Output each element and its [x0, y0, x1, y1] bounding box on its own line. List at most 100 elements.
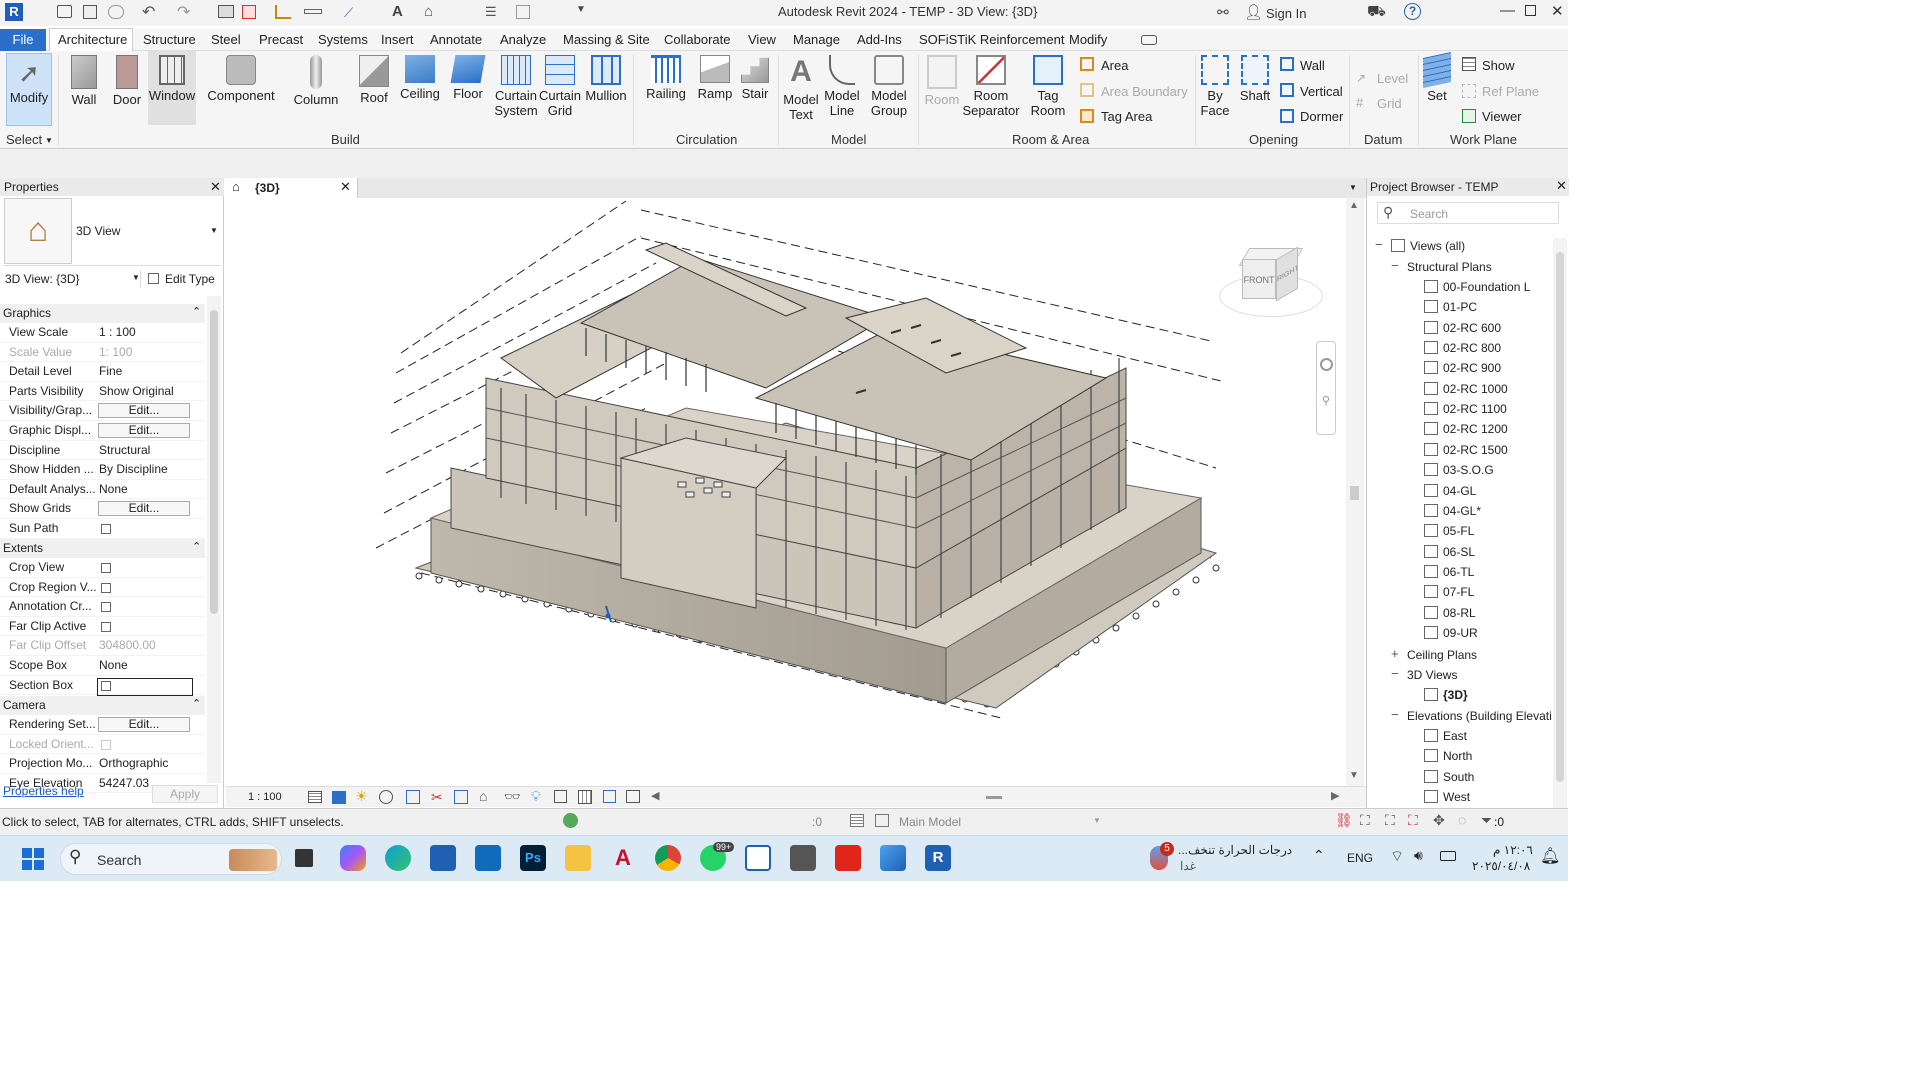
task-view-icon[interactable] — [295, 849, 313, 867]
property-row[interactable]: Detail Level Fine — [0, 362, 205, 382]
tree-elevation-item[interactable]: North — [1424, 749, 1472, 763]
tab-list-dropdown-icon[interactable]: ▼ — [1349, 183, 1357, 192]
modify-button[interactable]: ➚ Modify — [6, 53, 52, 126]
property-edit-button[interactable]: Edit... — [98, 423, 190, 438]
property-value[interactable]: Structural — [99, 443, 150, 457]
property-edit-button[interactable]: Edit... — [98, 501, 190, 517]
steering-wheel-icon[interactable] — [1320, 358, 1333, 371]
tree-plan-item[interactable]: 06-SL — [1424, 544, 1475, 559]
language-indicator[interactable]: ENG — [1347, 851, 1373, 865]
type-selector[interactable]: ⌂ 3D View ▼ — [3, 198, 221, 266]
tree-plan-item[interactable]: 01-PC — [1424, 300, 1477, 314]
tree-elevations[interactable]: − Elevations (Building Elevati — [1391, 707, 1552, 723]
property-checkbox[interactable] — [101, 563, 111, 573]
3d-viewport[interactable]: FRONT RIGHT ⚲ — [226, 198, 1346, 786]
browser-scroll-thumb[interactable] — [1556, 252, 1564, 782]
properties-help-link[interactable]: Properties help — [3, 784, 84, 798]
property-row[interactable]: Show Hidden ... By Discipline — [0, 460, 205, 480]
wifi-icon[interactable]: ⌔ — [1390, 847, 1404, 866]
mullion-button[interactable]: Mullion — [584, 55, 628, 103]
close-icon[interactable]: ✕ — [1551, 2, 1564, 20]
tree-plan-item[interactable]: 02-RC 900 — [1424, 361, 1501, 375]
tree-plan-item[interactable]: 02-RC 600 — [1424, 320, 1501, 335]
properties-close-icon[interactable]: ✕ — [210, 179, 221, 195]
property-value[interactable]: 1 : 100 — [99, 325, 136, 339]
measure-icon[interactable] — [275, 5, 291, 19]
tree-plan-item[interactable]: 00-Foundation L — [1424, 280, 1530, 294]
property-row[interactable]: Rendering Set... Edit... — [0, 715, 205, 735]
minimize-icon[interactable]: — — [1500, 2, 1515, 19]
property-row[interactable]: Show Grids Edit... — [0, 499, 205, 519]
view-tab-close-icon[interactable]: ✕ — [340, 179, 351, 195]
visual-style-icon[interactable] — [332, 791, 346, 804]
sun-path-icon[interactable]: ☀ — [355, 788, 368, 805]
door-button[interactable]: Door — [108, 55, 146, 107]
grid-button[interactable]: Grid — [1377, 96, 1402, 111]
select-by-face-icon[interactable]: ⛶ — [1408, 812, 1418, 829]
tab-architecture[interactable]: Architecture — [58, 32, 127, 47]
apply-button[interactable]: Apply — [152, 785, 218, 803]
file-explorer-icon[interactable] — [565, 845, 591, 871]
browser-scrollbar[interactable] — [1553, 238, 1567, 808]
property-row[interactable]: Parts Visibility Show Original — [0, 382, 205, 402]
tree-plan-item[interactable]: 02-RC 1200 — [1424, 422, 1508, 436]
tab-modify[interactable]: Modify — [1069, 32, 1107, 47]
default-3d-view-icon[interactable]: ⌂ — [424, 3, 433, 20]
tree-elevation-item[interactable]: East — [1424, 729, 1467, 743]
revit-taskbar-icon[interactable]: R — [925, 845, 951, 871]
tab-manage[interactable]: Manage — [793, 32, 840, 47]
text-icon[interactable]: A — [392, 3, 403, 20]
taskbar-search[interactable]: ⚲ Search — [60, 843, 282, 875]
scroll-thumb[interactable] — [1350, 486, 1359, 500]
cart-icon[interactable]: ⛟ — [1367, 3, 1386, 22]
property-row[interactable]: View Scale 1 : 100 — [0, 323, 205, 343]
property-value[interactable]: None — [99, 658, 128, 672]
tag-room-button[interactable]: Tag Room — [1028, 55, 1068, 118]
edit-type-button[interactable]: Edit Type — [148, 270, 220, 288]
export-icon[interactable] — [242, 5, 256, 19]
properties-scrollbar[interactable] — [207, 296, 221, 783]
outlook-icon[interactable] — [475, 845, 501, 871]
filter-icon[interactable]: ⏷ — [1481, 812, 1492, 829]
save-icon[interactable] — [83, 5, 97, 19]
acrobat-icon[interactable] — [835, 845, 861, 871]
thin-lines-icon[interactable]: ☰ — [485, 4, 497, 20]
collapse-icon[interactable]: − — [1391, 258, 1399, 273]
autocad-icon[interactable]: A — [610, 845, 636, 871]
print-icon[interactable] — [218, 5, 234, 18]
collapse-icon[interactable]: ⌃ — [192, 697, 201, 710]
property-row[interactable]: Scale Value 1: 100 — [0, 343, 205, 363]
select-underlay-icon[interactable]: ⛶ — [1360, 812, 1370, 829]
view-cube[interactable]: FRONT RIGHT — [1216, 243, 1328, 328]
tree-3d-views[interactable]: −3D Views — [1391, 666, 1457, 682]
dormer-button[interactable]: Dormer — [1300, 109, 1343, 124]
tab-steel[interactable]: Steel — [211, 32, 241, 47]
view-scale-button[interactable]: 1 : 100 — [248, 791, 282, 803]
rendering-icon[interactable] — [406, 790, 420, 804]
reveal-hidden-icon[interactable]: 💡︎ — [531, 788, 541, 805]
property-row[interactable]: Default Analys... None — [0, 480, 205, 500]
tree-plan-item[interactable]: 07-FL — [1424, 585, 1474, 599]
panel-toggle-icon[interactable] — [1141, 35, 1157, 45]
property-row[interactable]: Scope Box None — [0, 656, 205, 676]
area-button[interactable]: Area — [1101, 58, 1128, 73]
property-row[interactable]: Discipline Structural — [0, 441, 205, 461]
edge-icon[interactable] — [385, 845, 411, 871]
tab-analyze[interactable]: Analyze — [500, 32, 546, 47]
property-row[interactable]: Graphic Displ... Edit... — [0, 421, 205, 441]
type-dropdown-icon[interactable]: ▼ — [210, 226, 218, 235]
property-row[interactable]: Annotation Cr... — [0, 597, 205, 617]
browser-search-field[interactable]: ⚲ Search — [1377, 202, 1559, 224]
instance-selector[interactable]: 3D View: {3D} ▼ — [3, 270, 141, 288]
tree-plan-item[interactable]: 04-GL* — [1424, 503, 1481, 518]
scroll-down-icon[interactable]: ▼ — [1349, 770, 1359, 781]
property-row[interactable]: Far Clip Active — [0, 617, 205, 637]
tab-view[interactable]: View — [748, 32, 776, 47]
property-checkbox[interactable] — [101, 602, 111, 613]
property-value[interactable]: None — [99, 482, 128, 496]
tree-ceiling-plans[interactable]: + Ceiling Plans — [1391, 646, 1477, 662]
model-line-button[interactable]: Model Line — [822, 55, 862, 118]
chrome-icon[interactable] — [655, 845, 681, 871]
model-group-button[interactable]: Model Group — [866, 55, 912, 118]
select-links-icon[interactable]: ⛓ — [1335, 812, 1353, 829]
